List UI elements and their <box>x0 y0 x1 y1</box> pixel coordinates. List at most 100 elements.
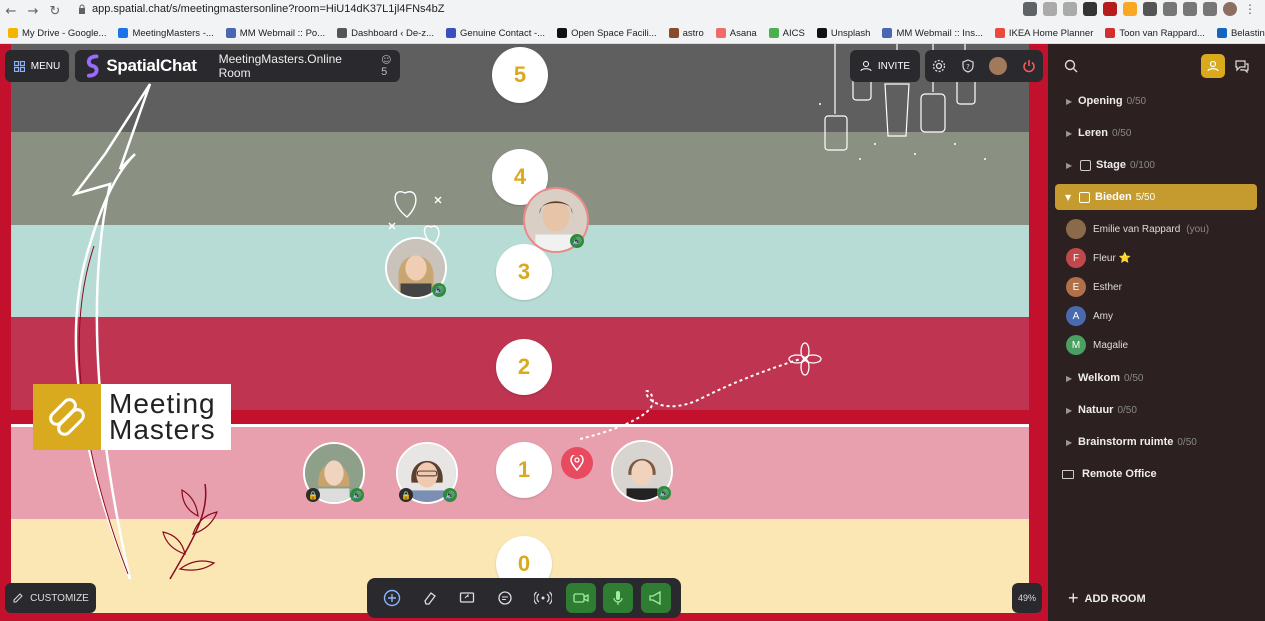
caret-right-icon[interactable]: ▶ <box>1066 97 1076 106</box>
microphone-toggle[interactable] <box>603 583 634 613</box>
room-tools: ? <box>925 50 1043 82</box>
member-item[interactable]: F Fleur ⭐ <box>1066 246 1256 270</box>
bookmark-item[interactable]: Toon van Rappard... <box>1105 28 1205 39</box>
caret-right-icon[interactable]: ▶ <box>1066 438 1076 447</box>
help-icon[interactable]: ? <box>961 59 975 73</box>
lock-room-icon <box>1080 159 1091 171</box>
folder-label: Remote Office <box>1082 468 1157 480</box>
bookmark-item[interactable]: Unsplash <box>816 28 870 39</box>
bookmark-favicon-icon <box>668 28 679 38</box>
camera-toggle[interactable] <box>565 583 596 613</box>
megaphone-toggle[interactable] <box>641 583 672 613</box>
speaker-icon: 🔊 <box>350 488 364 502</box>
shield-icon[interactable] <box>1103 2 1117 16</box>
bookmark-item[interactable]: MM Webmail :: Po... <box>225 28 325 39</box>
room-item[interactable]: ▶ Natuur 0/50 <box>1048 397 1265 423</box>
member-avatar: M <box>1066 335 1086 355</box>
invite-button[interactable]: INVITE <box>850 50 920 82</box>
level-3-marker: 3 <box>496 244 552 300</box>
bookmark-item[interactable]: Asana <box>715 28 757 39</box>
room-item[interactable]: ▶ Opening 0/50 <box>1048 88 1265 114</box>
member-name: Magalie <box>1093 339 1129 351</box>
bookmark-item[interactable]: astro <box>668 27 704 39</box>
zoom-indicator[interactable]: 49% <box>1012 583 1042 613</box>
bookmark-item[interactable]: IKEA Home Planner <box>994 28 1093 39</box>
customize-button[interactable]: CUSTOMIZE <box>5 583 96 613</box>
power-icon[interactable] <box>1022 59 1036 73</box>
bookmark-item[interactable]: Dashboard ‹ De-z... <box>337 28 434 39</box>
add-room-label: ADD ROOM <box>1084 592 1146 605</box>
bookmark-item[interactable]: MeetingMasters -... <box>118 28 214 39</box>
extension-icon[interactable] <box>1143 2 1157 16</box>
share-icon[interactable] <box>1043 2 1057 16</box>
playlist-icon[interactable] <box>1183 2 1197 16</box>
add-content-button[interactable] <box>377 583 407 613</box>
menu-button[interactable]: MENU <box>5 50 69 82</box>
screenshare-button[interactable] <box>452 583 482 613</box>
folder-item[interactable]: Remote Office <box>1048 461 1265 487</box>
pencil-icon <box>13 593 23 603</box>
folder-icon <box>1062 469 1074 479</box>
back-icon[interactable]: ← <box>0 0 22 22</box>
eraser-button[interactable] <box>415 583 445 613</box>
add-room-button[interactable]: + ADD ROOM <box>1068 588 1146 609</box>
settings-icon[interactable] <box>932 59 946 73</box>
puzzle-icon[interactable] <box>1163 2 1177 16</box>
camera-icon[interactable] <box>1023 2 1037 16</box>
bookmark-item[interactable]: MM Webmail :: Ins... <box>882 27 983 39</box>
address-bar[interactable]: app.spatial.chat/s/meetingmastersonline?… <box>92 3 445 15</box>
room-item[interactable]: ▼ Bieden 5/50 <box>1055 184 1257 210</box>
member-item[interactable]: M Magalie <box>1066 333 1256 357</box>
extension-icon[interactable] <box>1123 2 1137 16</box>
bookmark-item[interactable]: AICS <box>768 28 805 39</box>
bookmark-item[interactable]: My Drive - Google... <box>8 28 106 39</box>
bookmark-label: astro <box>682 27 704 39</box>
bookmark-label: MM Webmail :: Ins... <box>896 27 983 39</box>
microphone-icon <box>613 591 623 605</box>
room-count: 0/50 <box>1117 404 1137 416</box>
user-icon <box>860 61 872 72</box>
caret-down-icon[interactable]: ▼ <box>1065 193 1075 202</box>
bookmark-favicon-icon <box>225 28 236 38</box>
spatial-stage[interactable]: 5 4 3 2 1 0 🔊 🔊 🔒 🔊 🔒 🔊 🔊 Meeting Master… <box>0 44 1048 621</box>
kebab-menu-icon[interactable]: ⋮ <box>1243 2 1257 16</box>
caret-right-icon[interactable]: ▶ <box>1066 161 1076 170</box>
plus-circle-icon <box>383 589 401 607</box>
room-item[interactable]: ▶ Leren 0/50 <box>1048 120 1265 146</box>
chat-bubbles-icon[interactable] <box>1235 59 1249 73</box>
meetingmasters-logo: Meeting Masters <box>33 384 231 450</box>
people-icon: ☺ <box>381 55 392 66</box>
self-avatar[interactable] <box>989 57 1008 75</box>
extension-icon[interactable] <box>1083 2 1097 16</box>
profile-avatar[interactable] <box>1223 2 1237 16</box>
member-item[interactable]: A Amy <box>1066 304 1256 328</box>
people-tab-button[interactable] <box>1201 54 1225 78</box>
room-count: 0/50 <box>1111 127 1132 139</box>
bookmark-item[interactable]: Belastingdienst -... <box>1216 28 1265 39</box>
location-pin-icon[interactable] <box>561 447 593 479</box>
member-name: Emilie van Rappard <box>1093 223 1181 235</box>
reload-icon[interactable]: ↻ <box>44 0 66 22</box>
chat-button[interactable] <box>490 583 520 613</box>
room-item[interactable]: ▶ Welkom 0/50 <box>1048 365 1265 391</box>
caret-right-icon[interactable]: ▶ <box>1066 129 1076 138</box>
star-icon[interactable] <box>1063 2 1077 16</box>
caret-right-icon[interactable]: ▶ <box>1066 374 1076 383</box>
level-5-marker: 5 <box>492 47 548 103</box>
room-name: Leren <box>1078 127 1108 139</box>
arrow-doodle <box>71 83 152 580</box>
broadcast-button[interactable] <box>528 583 558 613</box>
search-icon[interactable] <box>1064 59 1078 73</box>
bookmark-favicon-icon <box>994 28 1005 38</box>
member-item[interactable]: E Esther <box>1066 275 1256 299</box>
brand-name: SpatialChat <box>106 56 197 75</box>
sidepanel-icon[interactable] <box>1203 2 1217 16</box>
bookmark-item[interactable]: Open Space Facili... <box>557 28 657 39</box>
forward-icon[interactable]: → <box>22 0 44 22</box>
room-item[interactable]: ▶ Brainstorm ruimte 0/50 <box>1048 429 1265 455</box>
member-item[interactable]: Emilie van Rappard (you) <box>1066 217 1256 241</box>
room-count: 0/50 <box>1126 95 1147 107</box>
caret-right-icon[interactable]: ▶ <box>1066 406 1076 415</box>
room-item[interactable]: ▶ Stage 0/100 <box>1048 152 1265 178</box>
bookmark-item[interactable]: Genuine Contact -... <box>446 28 545 39</box>
